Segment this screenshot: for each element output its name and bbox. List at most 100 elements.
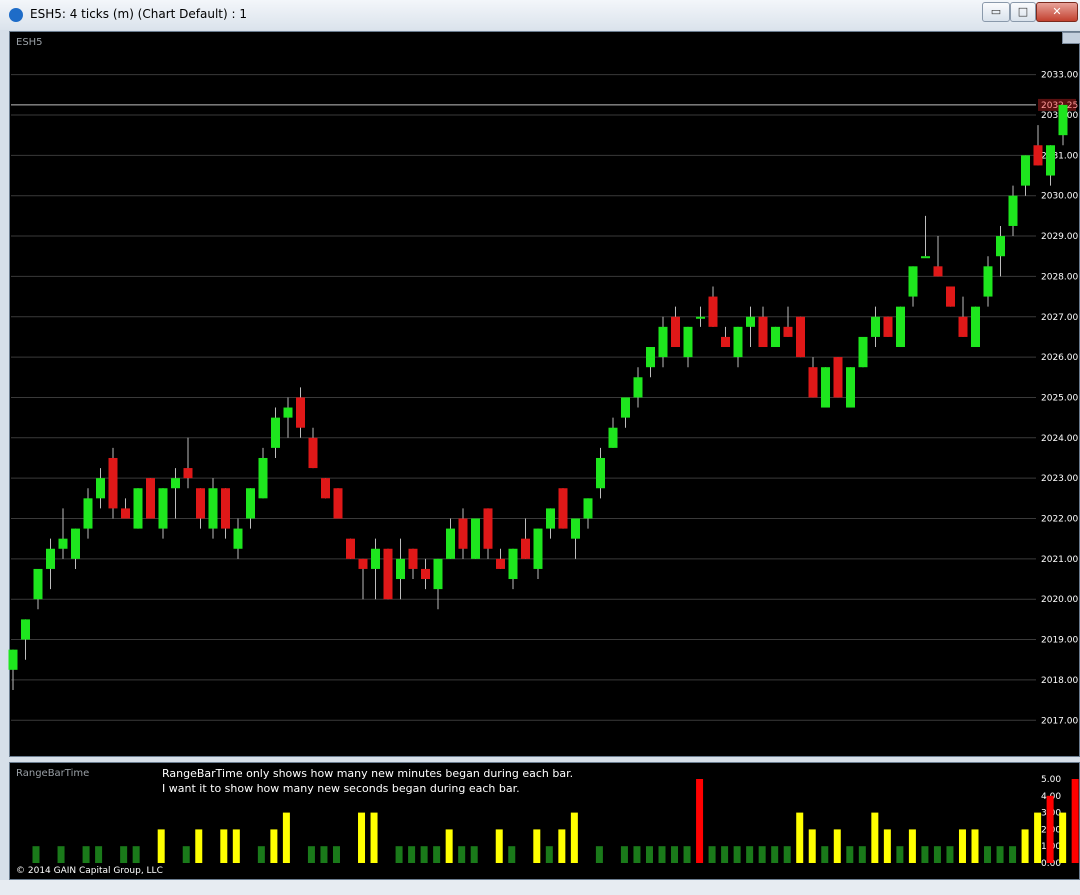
indicator-bar bbox=[683, 846, 691, 863]
candle-down bbox=[108, 457, 118, 509]
indicator-bar bbox=[896, 846, 904, 863]
indicator-bar bbox=[232, 829, 240, 863]
indicator-bar bbox=[620, 846, 628, 863]
indicator-bar bbox=[721, 846, 729, 863]
indicator-bar bbox=[846, 846, 854, 863]
candle-down bbox=[221, 488, 230, 529]
indicator-bar bbox=[395, 846, 403, 863]
candle-down bbox=[496, 558, 505, 569]
candle-up bbox=[533, 528, 543, 569]
candle-up bbox=[96, 478, 105, 499]
indicator-bar bbox=[358, 812, 366, 863]
copyright-text: © 2014 GAIN Capital Group, LLC bbox=[16, 866, 163, 876]
indicator-bar bbox=[1046, 795, 1054, 863]
indicator-bar bbox=[220, 829, 228, 863]
candle-up bbox=[596, 457, 605, 489]
indicator-bar bbox=[570, 812, 578, 863]
indicator-bar bbox=[858, 846, 866, 863]
candle-up bbox=[921, 256, 930, 259]
candle-up bbox=[1008, 195, 1018, 226]
indicator-bar bbox=[408, 846, 416, 863]
candle-up bbox=[33, 568, 43, 600]
time-axis bbox=[0, 880, 1080, 895]
candle-up bbox=[233, 528, 243, 549]
candle-down bbox=[296, 397, 305, 428]
candle-up bbox=[1046, 145, 1055, 176]
indicator-bar bbox=[758, 846, 766, 863]
candle-down bbox=[958, 316, 968, 337]
indicator-bar bbox=[32, 846, 40, 863]
price-tick-label: 2021.00 bbox=[1041, 555, 1078, 565]
indicator-bar bbox=[332, 846, 340, 863]
price-tick-label: 2022.00 bbox=[1041, 515, 1078, 525]
candle-up bbox=[171, 478, 180, 489]
indicator-bar bbox=[833, 829, 841, 863]
candle-up bbox=[858, 336, 868, 368]
candle-down bbox=[483, 508, 493, 549]
indicator-bar bbox=[971, 829, 979, 863]
indicator-bar bbox=[508, 846, 516, 863]
candle-down bbox=[946, 286, 955, 307]
candle-up bbox=[733, 326, 743, 358]
indicator-note-line2: I want it to show how many new seconds b… bbox=[162, 782, 520, 795]
candle-down bbox=[196, 488, 205, 519]
price-tick-label: 2020.00 bbox=[1041, 595, 1078, 605]
indicator-bar bbox=[595, 846, 603, 863]
indicator-bar bbox=[320, 846, 328, 863]
indicator-bar bbox=[1009, 846, 1017, 863]
indicator-bar bbox=[996, 846, 1004, 863]
indicator-bar bbox=[633, 846, 641, 863]
candle-up bbox=[508, 548, 518, 580]
indicator-bar bbox=[821, 846, 829, 863]
indicator-bar bbox=[458, 846, 466, 863]
price-tick-label: 2018.00 bbox=[1041, 676, 1078, 686]
candle-down bbox=[521, 538, 530, 559]
indicator-bar bbox=[545, 846, 553, 863]
candle-up bbox=[1021, 155, 1030, 186]
candle-down bbox=[408, 548, 418, 569]
candle-up bbox=[283, 407, 293, 418]
indicator-bar bbox=[796, 812, 804, 863]
indicator-bar bbox=[1071, 779, 1079, 863]
chart-canvas: 2017.00 2018.00 2019.00 2020.00 2021.00 2022.… bbox=[8, 71, 1079, 895]
indicator-bar bbox=[470, 846, 478, 863]
indicator-bar bbox=[733, 846, 741, 863]
candle-down bbox=[146, 478, 155, 519]
candle-up bbox=[646, 347, 655, 368]
candle-down bbox=[796, 316, 805, 358]
instrument-label: ESH5 bbox=[16, 37, 43, 48]
candle-up bbox=[633, 377, 643, 398]
candle-up bbox=[571, 518, 580, 539]
candle-down bbox=[333, 488, 343, 519]
indicator-bar bbox=[270, 829, 278, 863]
indicator-bar bbox=[984, 846, 992, 863]
candle-down bbox=[671, 316, 680, 348]
indicator-bar bbox=[933, 846, 941, 863]
candle-up bbox=[871, 316, 880, 337]
indicator-bar bbox=[708, 846, 716, 863]
indicator-bar bbox=[883, 829, 891, 863]
indicator-bar bbox=[433, 846, 441, 863]
candle-up bbox=[433, 558, 443, 590]
candle-up bbox=[746, 316, 755, 327]
candle-down bbox=[558, 488, 568, 529]
candle-up bbox=[996, 236, 1005, 257]
price-tick-label: 2026.00 bbox=[1041, 353, 1078, 363]
price-tick-label: 2030.00 bbox=[1041, 192, 1078, 202]
price-tick-label: 2029.00 bbox=[1041, 232, 1078, 242]
indicator-bar bbox=[783, 846, 791, 863]
candle-down bbox=[458, 518, 468, 549]
candle-down bbox=[308, 437, 318, 469]
indicator-bar bbox=[82, 846, 90, 863]
candle-up bbox=[583, 498, 593, 519]
candle-up bbox=[696, 316, 705, 319]
indicator-bar bbox=[533, 829, 541, 863]
candle-down bbox=[383, 548, 393, 600]
price-tick-label: 2025.00 bbox=[1041, 393, 1078, 403]
indicator-bar bbox=[958, 829, 966, 863]
indicator-bar bbox=[908, 829, 916, 863]
indicator-bar bbox=[946, 846, 954, 863]
candle-up bbox=[896, 306, 905, 348]
candle-up bbox=[1058, 104, 1068, 136]
candle-up bbox=[771, 326, 780, 348]
